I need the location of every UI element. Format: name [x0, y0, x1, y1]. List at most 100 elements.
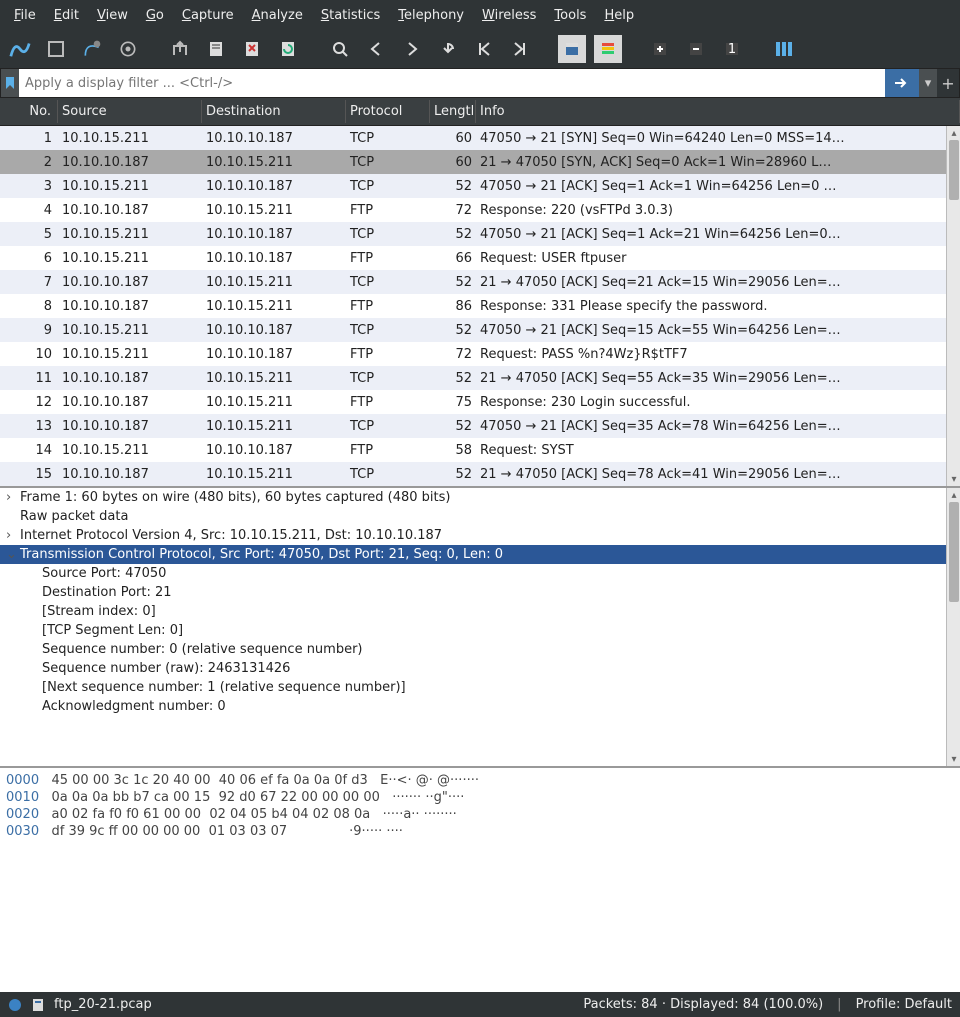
expander-icon[interactable]	[6, 699, 20, 714]
expander-icon[interactable]	[6, 680, 20, 695]
scroll-up-icon[interactable]: ▴	[947, 488, 960, 502]
tree-node[interactable]: Sequence number: 0 (relative sequence nu…	[0, 640, 946, 659]
add-filter-button[interactable]: +	[937, 69, 959, 97]
tree-node[interactable]: Acknowledgment number: 0	[0, 697, 946, 716]
hex-row[interactable]: 0010 0a 0a 0a bb b7 ca 00 15 92 d0 67 22…	[6, 789, 954, 806]
filter-dropdown-icon[interactable]: ▾	[919, 69, 937, 97]
scroll-down-icon[interactable]: ▾	[947, 472, 960, 486]
scroll-up-icon[interactable]: ▴	[947, 126, 960, 140]
menu-telephony[interactable]: Telephony	[390, 6, 472, 25]
tree-text: [TCP Segment Len: 0]	[42, 623, 183, 638]
details-scrollbar[interactable]: ▴ ▾	[946, 488, 960, 766]
menu-tools[interactable]: Tools	[546, 6, 594, 25]
packet-row[interactable]: 910.10.15.21110.10.10.187TCP5247050 → 21…	[0, 318, 946, 342]
expander-icon[interactable]	[6, 623, 20, 638]
open-file-icon[interactable]	[166, 35, 194, 63]
packet-row[interactable]: 1010.10.15.21110.10.10.187FTP72Request: …	[0, 342, 946, 366]
find-packet-icon[interactable]	[326, 35, 354, 63]
go-to-packet-icon[interactable]	[434, 35, 462, 63]
tree-node[interactable]: ›Frame 1: 60 bytes on wire (480 bits), 6…	[0, 488, 946, 507]
packet-bytes-pane[interactable]: 0000 45 00 00 3c 1c 20 40 00 40 06 ef fa…	[0, 768, 960, 992]
packet-row[interactable]: 410.10.10.18710.10.15.211FTP72Response: …	[0, 198, 946, 222]
status-file-name: ftp_20-21.pcap	[54, 997, 152, 1012]
tree-node[interactable]: Raw packet data	[0, 507, 946, 526]
tree-node[interactable]: ⌄Transmission Control Protocol, Src Port…	[0, 545, 946, 564]
go-back-icon[interactable]	[362, 35, 390, 63]
expander-icon[interactable]: ›	[6, 490, 20, 505]
packet-row[interactable]: 1310.10.10.18710.10.15.211TCP5247050 → 2…	[0, 414, 946, 438]
packet-row[interactable]: 810.10.10.18710.10.15.211FTP86Response: …	[0, 294, 946, 318]
packet-row[interactable]: 510.10.15.21110.10.10.187TCP5247050 → 21…	[0, 222, 946, 246]
packet-row[interactable]: 310.10.15.21110.10.10.187TCP5247050 → 21…	[0, 174, 946, 198]
packet-list-scrollbar[interactable]: ▴ ▾	[946, 126, 960, 486]
menu-capture[interactable]: Capture	[174, 6, 242, 25]
scroll-thumb[interactable]	[949, 140, 959, 200]
packet-row[interactable]: 1110.10.10.18710.10.15.211TCP5221 → 4705…	[0, 366, 946, 390]
column-protocol[interactable]: Protocol	[346, 100, 430, 123]
hex-row[interactable]: 0030 df 39 9c ff 00 00 00 00 01 03 03 07…	[6, 823, 954, 840]
apply-filter-button[interactable]	[885, 69, 919, 97]
auto-scroll-icon[interactable]	[558, 35, 586, 63]
first-packet-icon[interactable]	[470, 35, 498, 63]
wireshark-logo-icon[interactable]	[6, 35, 34, 63]
packet-row[interactable]: 710.10.10.18710.10.15.211TCP5221 → 47050…	[0, 270, 946, 294]
tree-node[interactable]: ›Internet Protocol Version 4, Src: 10.10…	[0, 526, 946, 545]
capture-file-properties-icon[interactable]	[32, 998, 44, 1012]
expander-icon[interactable]	[6, 604, 20, 619]
stop-capture-icon[interactable]	[42, 35, 70, 63]
expander-icon[interactable]	[6, 642, 20, 657]
last-packet-icon[interactable]	[506, 35, 534, 63]
column-destination[interactable]: Destination	[202, 100, 346, 123]
packet-row[interactable]: 110.10.15.21110.10.10.187TCP6047050 → 21…	[0, 126, 946, 150]
expert-info-icon[interactable]	[8, 998, 22, 1012]
hex-row[interactable]: 0020 a0 02 fa f0 f0 61 00 00 02 04 05 b4…	[6, 806, 954, 823]
tree-node[interactable]: [Stream index: 0]	[0, 602, 946, 621]
restart-capture-icon[interactable]	[78, 35, 106, 63]
expander-icon[interactable]: ›	[6, 528, 20, 543]
packet-row[interactable]: 1210.10.10.18710.10.15.211FTP75Response:…	[0, 390, 946, 414]
column-length[interactable]: Lengtl	[430, 100, 476, 123]
zoom-out-icon[interactable]	[682, 35, 710, 63]
scroll-thumb[interactable]	[949, 502, 959, 602]
menu-edit[interactable]: Edit	[46, 6, 87, 25]
expander-icon[interactable]	[6, 585, 20, 600]
colorize-packets-icon[interactable]	[594, 35, 622, 63]
go-forward-icon[interactable]	[398, 35, 426, 63]
hex-row[interactable]: 0000 45 00 00 3c 1c 20 40 00 40 06 ef fa…	[6, 772, 954, 789]
scroll-down-icon[interactable]: ▾	[947, 752, 960, 766]
menu-wireless[interactable]: Wireless	[474, 6, 544, 25]
close-file-icon[interactable]	[238, 35, 266, 63]
bookmark-icon[interactable]	[1, 69, 19, 97]
expander-icon[interactable]: ⌄	[6, 547, 20, 562]
menu-help[interactable]: Help	[596, 6, 642, 25]
menu-go[interactable]: Go	[138, 6, 172, 25]
capture-options-icon[interactable]	[114, 35, 142, 63]
expander-icon[interactable]	[6, 566, 20, 581]
menu-analyze[interactable]: Analyze	[244, 6, 311, 25]
menu-view[interactable]: View	[89, 6, 136, 25]
zoom-reset-icon[interactable]: 1	[718, 35, 746, 63]
tree-node[interactable]: [Next sequence number: 1 (relative seque…	[0, 678, 946, 697]
menu-file[interactable]: File	[6, 6, 44, 25]
reload-file-icon[interactable]	[274, 35, 302, 63]
packet-row[interactable]: 1410.10.15.21110.10.10.187FTP58Request: …	[0, 438, 946, 462]
resize-columns-icon[interactable]	[770, 35, 798, 63]
save-file-icon[interactable]	[202, 35, 230, 63]
column-source[interactable]: Source	[58, 100, 202, 123]
display-filter-input[interactable]	[19, 69, 885, 97]
zoom-in-icon[interactable]	[646, 35, 674, 63]
expander-icon[interactable]	[6, 509, 20, 524]
tree-node[interactable]: [TCP Segment Len: 0]	[0, 621, 946, 640]
menu-statistics[interactable]: Statistics	[313, 6, 388, 25]
packet-row[interactable]: 610.10.15.21110.10.10.187FTP66Request: U…	[0, 246, 946, 270]
packet-row[interactable]: 1510.10.10.18710.10.15.211TCP5221 → 4705…	[0, 462, 946, 486]
tree-node[interactable]: Destination Port: 21	[0, 583, 946, 602]
expander-icon[interactable]	[6, 661, 20, 676]
packet-row[interactable]: 210.10.10.18710.10.15.211TCP6021 → 47050…	[0, 150, 946, 174]
column-no[interactable]: No.	[0, 100, 58, 123]
column-info[interactable]: Info	[476, 100, 960, 123]
tree-node[interactable]: Source Port: 47050	[0, 564, 946, 583]
tree-node[interactable]: Sequence number (raw): 2463131426	[0, 659, 946, 678]
packet-list-header[interactable]: No. Source Destination Protocol Lengtl I…	[0, 98, 960, 126]
status-profile[interactable]: Profile: Default	[856, 997, 952, 1012]
